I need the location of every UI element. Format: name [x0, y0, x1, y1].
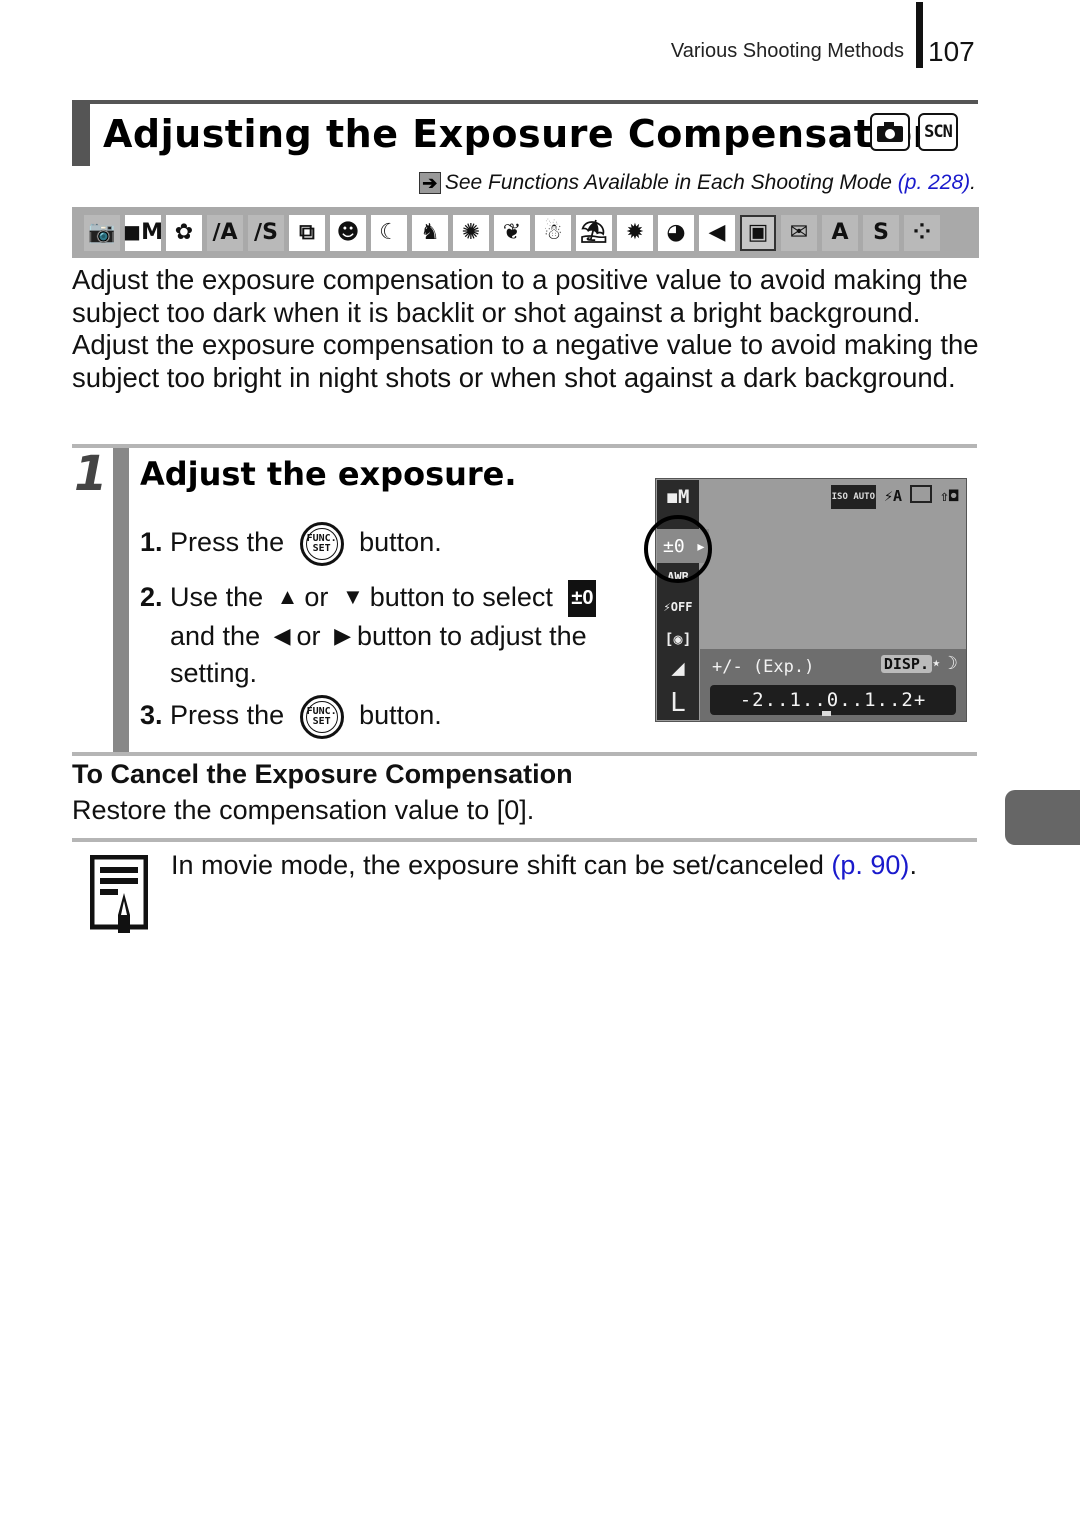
camera-icon [870, 113, 910, 151]
note-body: In movie mode, the exposure shift can be… [171, 850, 832, 880]
color-accent-mode-icon: ∕A [207, 214, 243, 251]
exposure-label: +/- (Exp.) [712, 657, 815, 677]
highlight-circle [644, 515, 712, 583]
color-swap-mode-icon: ∕S [248, 214, 284, 251]
portrait-mode-icon: ☻ [330, 214, 366, 251]
substep-text: Use the [170, 582, 264, 612]
substep-text: button. [359, 527, 442, 558]
metering-icon: [◉] [664, 630, 692, 648]
substep-text: or [304, 582, 329, 612]
substep-text: button to select [369, 582, 553, 612]
underwater-mode-icon: ◀ [699, 214, 735, 251]
auto-mode-icon: 📷 [84, 214, 120, 251]
iso-auto-icon: ISO AUTO [830, 485, 876, 509]
substep-text: and the [170, 621, 261, 651]
foliage-mode-icon: ❦ [494, 214, 530, 251]
right-arrow-icon: ▶ [334, 623, 351, 648]
section-name: Various Shooting Methods [670, 40, 904, 62]
header-divider [916, 2, 923, 68]
func-set-button-icon: FUNC. SET [299, 695, 344, 739]
trailing-period: . [909, 850, 917, 880]
substep-text: button to adjust the [356, 621, 587, 651]
note-divider [72, 838, 977, 842]
intro-paragraph: Adjust the exposure compensation to a po… [72, 264, 979, 394]
movie-time-lapse-mode-icon: ⁘ [904, 214, 940, 251]
movie-email-mode-icon: ✉ [781, 214, 817, 251]
kids-pets-mode-icon: ♞ [412, 214, 448, 251]
snow-mode-icon: ☃ [535, 214, 571, 251]
page-title: Adjusting the Exposure Compensation [103, 112, 941, 156]
substep-number: 2. [140, 582, 163, 612]
page-number: 107 [928, 36, 975, 67]
substep-number: 1. [140, 527, 163, 558]
chapter-tab[interactable] [1005, 790, 1080, 845]
step-number: 1 [74, 446, 108, 502]
resolution-icon: L [670, 688, 686, 718]
substep-text: Press the [170, 527, 285, 558]
night-snapshot-mode-icon: ☾ [371, 214, 407, 251]
func-set-button-icon: FUNC. SET [299, 522, 344, 566]
indoor-mode-icon: ✺ [453, 214, 489, 251]
camera-lcd-screenshot: ◼M AWB ⚡OFF [◉] ◢ L ±0 ▸ ISO AUTO ⚡A ⇧◘ … [644, 478, 967, 722]
left-arrow-icon: ◀ [273, 623, 291, 648]
beach-mode-icon: ⛱ [576, 214, 612, 251]
disp-button-icon: DISP. [880, 655, 932, 673]
flash-auto-icon: ⚡A [883, 487, 903, 505]
manual-mode-icon: ◼M [666, 486, 690, 508]
exposure-scale: -2..1..0..1..2+ [710, 685, 956, 715]
movie-standard-mode-icon: ▣ [740, 214, 776, 251]
page-link-228[interactable]: (p. 228) [898, 171, 970, 195]
scn-icon: SCN [918, 113, 958, 151]
exposure-marker [822, 711, 831, 716]
fireworks-mode-icon: ✹ [617, 214, 653, 251]
movie-color-accent-mode-icon: A [822, 214, 858, 251]
memo-icon [90, 855, 148, 933]
note-text: In movie mode, the exposure shift can be… [171, 850, 917, 881]
running-header: Various Shooting Methods 107 [0, 0, 1080, 80]
see-functions-text: See Functions Available in Each Shooting… [444, 171, 892, 194]
substep-2-line-3: setting. [170, 658, 258, 688]
substep-2: 2. Use the ▲ or ▼ button to select ±0 and … [140, 578, 597, 692]
title-band: Adjusting the Exposure Compensation SCN [72, 100, 978, 166]
down-arrow-icon: ▼ [341, 584, 364, 609]
shooting-mode-strip: 📷 ◼M ✿ ∕A ∕S ⧉ ☻ ☾ ♞ ✺ ❦ ☃ ⛱ ✹ ◕ ◀ ▣ ✉ A S ⁘ [72, 207, 979, 258]
exposure-panel: +/- (Exp.) DISP. ⋆☽ -2..1..0..1..2+ [700, 649, 966, 721]
trailing-period: . [970, 171, 976, 194]
step-title: Adjust the exposure. [140, 455, 517, 493]
night-mode-icon: ⋆☽ [930, 653, 958, 673]
lcd-status-icons: ISO AUTO ⚡A ⇧◘ [830, 485, 960, 509]
compression-icon: ◢ [671, 656, 685, 681]
substep-2-line-2: and the ◀ or ▶ button to adjust the [140, 617, 596, 655]
substep-1: 1. Press the FUNC. SET button. [140, 522, 442, 566]
drive-mode-icon [910, 485, 932, 503]
substep-number: 3. [140, 700, 163, 731]
title-accent-bar [72, 104, 90, 166]
page-link-90[interactable]: (p. 90) [831, 850, 909, 880]
exposure-setting-icon: ±0 [568, 580, 597, 617]
movie-color-swap-mode-icon: S [863, 214, 899, 251]
see-functions-reference: ➔ See Functions Available in Each Shooti… [418, 171, 976, 195]
digital-macro-mode-icon: ✿ [166, 214, 202, 251]
my-colors-off-icon: ⚡OFF [663, 600, 693, 614]
aquarium-mode-icon: ◕ [658, 214, 694, 251]
up-arrow-icon: ▲ [276, 584, 299, 609]
stitch-assist-mode-icon: ⧉ [289, 214, 325, 251]
step-side-bar [113, 448, 129, 752]
substep-3: 3. Press the FUNC. SET button. [140, 695, 442, 739]
substep-text: Press the [170, 700, 285, 731]
manual-mode-icon: ◼M [123, 214, 163, 251]
right-arrow-icon: ➔ [418, 172, 441, 194]
cancel-heading: To Cancel the Exposure Compensation [72, 759, 573, 789]
step-divider-top [72, 444, 977, 448]
substep-text: or [296, 621, 321, 651]
step-divider-bottom [72, 752, 977, 756]
cancel-text: Restore the compensation value to [0]. [72, 795, 535, 825]
substep-text: button. [359, 700, 442, 731]
camera-orientation-icon: ⇧◘ [939, 487, 959, 505]
